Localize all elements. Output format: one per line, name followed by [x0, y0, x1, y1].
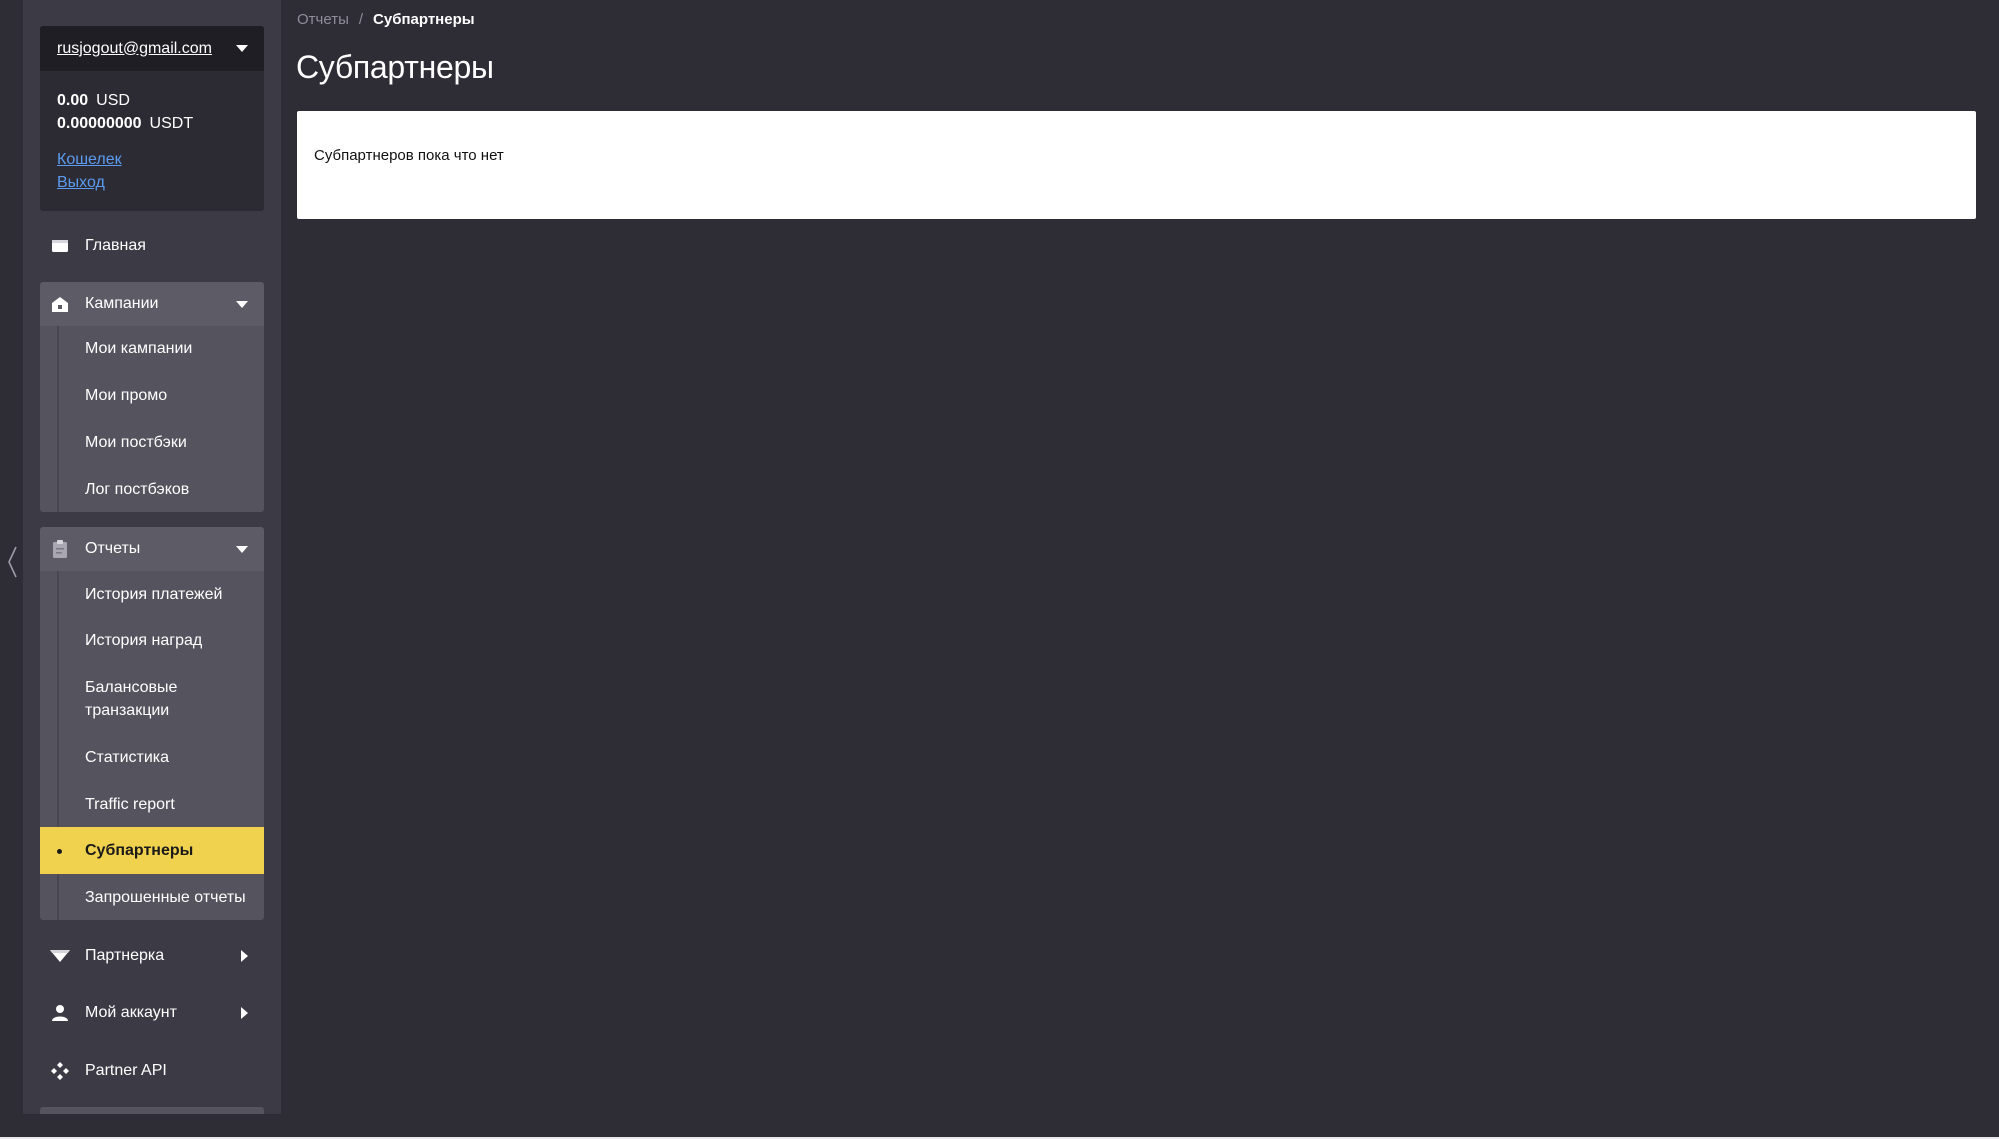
sidebar-subitem[interactable]: Мои промо [40, 384, 264, 407]
breadcrumb-link[interactable]: Отчеты [297, 11, 349, 28]
balance-amount: 0.00 [57, 92, 89, 109]
balance-currency: USDT [149, 115, 194, 132]
active-dot-icon [57, 848, 62, 854]
sidebar-subitem[interactable]: Traffic report [40, 781, 264, 827]
chevron-down-icon [236, 300, 248, 308]
sidebar-subitem[interactable]: Запрошенные отчеты [40, 874, 264, 920]
sidebar-item-label: Отчеты [85, 540, 141, 557]
sidebar-subitem-label: История платежей [85, 585, 223, 603]
chevron-left-icon [8, 546, 17, 578]
sidebar-collapse-toggle[interactable] [4, 545, 20, 579]
sidebar-item-label: Partner API [85, 1062, 167, 1079]
sidebar-subitem[interactable]: История наград [40, 617, 264, 664]
sidebar-item-reports[interactable]: Отчеты [40, 527, 264, 571]
diamond-icon [48, 944, 72, 968]
balances: 0.00 USD 0.00000000 USDT [40, 71, 264, 135]
sidebar-subitem[interactable]: История платежей [40, 571, 264, 617]
sidebar-subitem[interactable]: Мои кампании [40, 337, 264, 360]
balance-usd: 0.00 USD [57, 89, 264, 112]
sidebar-item-campaigns[interactable]: Кампании [40, 282, 264, 326]
sidebar-bottom-item [40, 1107, 264, 1114]
sidebar-subitem-active[interactable]: Субпартнеры [40, 827, 264, 874]
user-email[interactable]: rusjogout@gmail.com [57, 40, 212, 58]
balance-currency: USD [96, 92, 130, 109]
breadcrumb-current: Субпартнеры [373, 11, 475, 28]
api-icon [48, 1059, 72, 1083]
sidebar-subitem[interactable]: Статистика [40, 734, 264, 781]
logout-link[interactable]: Выход [57, 171, 105, 194]
caret-down-icon [236, 45, 248, 52]
breadcrumb-separator: / [358, 11, 364, 28]
sidebar-subitem[interactable]: Лог постбэков [40, 478, 264, 501]
sidebar-item-label: Партнерка [85, 947, 165, 964]
campaigns-submenu: Мои кампании Мои промо Мои постбэки Лог … [40, 326, 264, 512]
house-icon [48, 292, 72, 316]
sidebar-item-label: Мой аккаунт [85, 1004, 177, 1021]
sidebar-subitem-label: Статистика [85, 749, 170, 766]
sidebar-subitem-label: Субпартнеры [85, 842, 194, 859]
user-icon [48, 1001, 72, 1025]
empty-state-message: Субпартнеров пока что нет [314, 147, 504, 164]
sidebar-item-label: Главная [85, 237, 146, 254]
chevron-right-icon [241, 950, 248, 962]
wallet-icon [48, 234, 72, 258]
sidebar-subitem-label: Traffic report [85, 795, 175, 813]
wallet-link[interactable]: Кошелек [57, 148, 122, 171]
user-panel: rusjogout@gmail.com 0.00 USD 0.00000000 US… [40, 26, 264, 211]
sidebar-item-home[interactable]: Главная [40, 224, 264, 268]
sidebar-item-partner[interactable]: Партнерка [40, 934, 264, 978]
sidebar-subitem-label: Балансовые транзакции [85, 679, 178, 719]
sidebar-item-account[interactable]: Мой аккаунт [40, 991, 264, 1035]
sidebar-subitem[interactable]: Мои постбэки [40, 431, 264, 454]
chevron-down-icon [236, 545, 248, 553]
breadcrumb: Отчеты / Субпартнеры [297, 11, 475, 28]
balance-usdt: 0.00000000 USDT [57, 112, 264, 135]
clipboard-icon [48, 537, 72, 561]
content-card: Субпартнеров пока что нет [297, 111, 1976, 219]
chevron-right-icon [241, 1007, 248, 1019]
page-title: Субпартнеры [296, 49, 494, 85]
sidebar-subitem-label: История наград [85, 632, 203, 649]
sidebar: rusjogout@gmail.com 0.00 USD 0.00000000 US… [23, 0, 281, 1114]
sidebar-subitem[interactable]: Балансовые транзакции [40, 664, 264, 734]
sidebar-item-label: Кампании [85, 295, 159, 312]
balance-amount: 0.00000000 [57, 115, 142, 132]
user-menu-toggle[interactable]: rusjogout@gmail.com [40, 26, 264, 71]
sidebar-item-api[interactable]: Partner API [40, 1049, 264, 1093]
sidebar-subitem-label: Запрошенные отчеты [85, 888, 246, 906]
reports-submenu: История платежей История наград Балансов… [40, 571, 264, 920]
